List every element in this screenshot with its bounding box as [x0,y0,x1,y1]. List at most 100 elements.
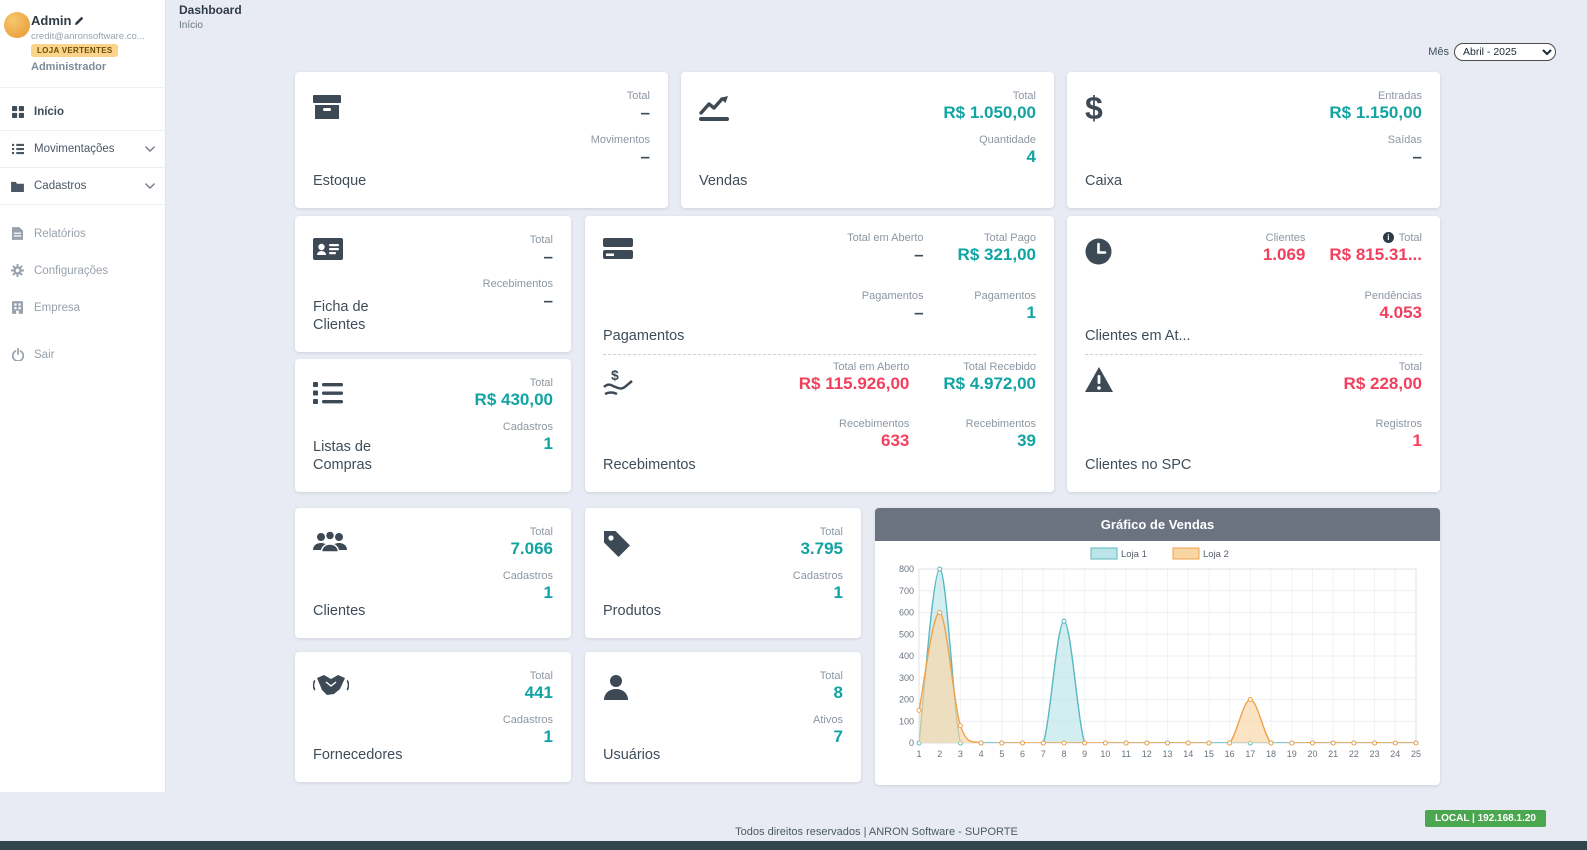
report-icon [10,227,25,240]
stat-label: Total [503,526,553,538]
users-icon [313,530,365,554]
stat-label: Total [591,90,650,102]
dollar-sign-icon: $ [1085,94,1122,123]
svg-text:500: 500 [899,629,914,639]
folder-icon [10,181,25,192]
stat-label: Total [793,526,843,538]
stat-label: Cadastros [503,570,553,582]
month-label: Mês [1428,46,1449,58]
sidebar-item-empresa[interactable]: Empresa [0,289,165,326]
stat-value: R$ 1.150,00 [1329,103,1422,123]
stat-label: Total [813,670,843,682]
stat-label: Recebimentos [483,278,553,290]
svg-text:0: 0 [909,738,914,748]
tag-icon [603,530,661,558]
user-role: Administrador [31,61,106,73]
stat-label: Recebimentos [799,418,910,430]
card-title: Clientes [313,603,365,620]
stat-value: 1 [1344,431,1422,451]
edit-pencil-icon[interactable] [75,13,84,28]
clientes-em-atraso-section: Clientes em At... Clientes1.069 i Total … [1085,232,1422,348]
card-clientes-atraso-spc: Clientes em At... Clientes1.069 i Total … [1067,216,1440,492]
stat-value: R$ 4.972,00 [943,374,1036,394]
stat-label: Quantidade [943,134,1036,146]
card-title: Clientes em At... [1085,328,1191,345]
user-name-text: Admin [31,13,71,28]
archive-box-icon [313,94,366,120]
card-title: Clientes no SPC [1085,457,1191,474]
sidebar-item-label: Movimentações [34,143,115,155]
copyright-text: Todos direitos reservados | ANRON Softwa… [166,826,1587,838]
card-listas-de-compras: Listas de Compras TotalR$ 430,00 Cadastr… [295,359,571,492]
month-select[interactable]: Abril - 2025 [1454,43,1556,61]
card-title: Pagamentos [603,328,684,345]
stat-label: Ativos [813,714,843,726]
stat-value: 3.795 [793,539,843,559]
svg-text:400: 400 [899,651,914,661]
svg-text:24: 24 [1390,749,1400,759]
stat-label: Pagamentos [958,290,1036,302]
stat-label: Clientes [1263,232,1306,244]
user-name: Admin [31,13,84,28]
card-caixa: $ Caixa EntradasR$ 1.150,00 Saídas– [1067,72,1440,208]
stat-value: 7 [813,727,843,747]
warning-triangle-icon [1085,367,1191,392]
sidebar-item-movimentacoes[interactable]: Movimentações [0,130,165,168]
stat-value: R$ 228,00 [1344,374,1422,394]
id-card-icon [313,238,385,260]
stat-label: Total [483,234,553,246]
stat-label: Total em Aberto [847,232,923,244]
sidebar-item-relatorios[interactable]: Relatórios [0,215,165,252]
svg-text:9: 9 [1082,749,1087,759]
list-icon [313,381,385,405]
divider [1085,354,1422,355]
stat-value: – [483,247,553,267]
svg-text:13: 13 [1162,749,1172,759]
stat-label: Recebimentos [943,418,1036,430]
svg-text:600: 600 [899,608,914,618]
avatar [4,12,30,38]
svg-text:3: 3 [958,749,963,759]
stat-value: – [1329,147,1422,167]
recebimentos-section: $ Recebimentos Total em AbertoR$ 115.926… [603,361,1036,477]
stat-value: R$ 430,00 [475,390,553,410]
month-filter: Mês Abril - 2025 [1428,43,1556,61]
stat-label: i Total [1329,232,1422,244]
sidebar-item-label: Empresa [34,302,80,314]
stat-value: 1 [475,434,553,454]
stat-label: Total Recebido [943,361,1036,373]
list-icon [10,143,25,155]
sidebar-item-inicio[interactable]: Início [0,94,165,130]
info-icon: i [1383,232,1394,243]
stat-label: Cadastros [503,714,553,726]
stat-value: 4 [943,147,1036,167]
card-title: Fornecedores [313,747,402,764]
sidebar-item-sair[interactable]: Sair [0,336,165,373]
svg-text:$: $ [611,367,619,383]
stat-value: 7.066 [503,539,553,559]
stat-value: 1 [793,583,843,603]
clock-icon [1085,238,1191,265]
stat-value: – [847,245,923,265]
store-badge: LOJA VERTENTES [31,44,118,57]
sidebar-user-panel: Admin credit@anronsoftware.co... LOJA VE… [0,0,165,88]
power-icon [10,348,25,361]
svg-text:1: 1 [916,749,921,759]
sidebar-item-cadastros[interactable]: Cadastros [0,168,165,205]
card-vendas: Vendas TotalR$ 1.050,00 Quantidade4 [681,72,1054,208]
card-usuarios: Usuários Total8 Ativos7 [585,652,861,782]
stat-value: R$ 815.31... [1329,245,1422,265]
card-title: Listas de Compras [313,439,385,474]
card-title: Ficha de Clientes [313,299,385,334]
stat-label: Total [475,377,553,389]
stat-value: 1.069 [1263,245,1306,265]
svg-text:Loja 2: Loja 2 [1203,549,1229,560]
svg-text:15: 15 [1204,749,1214,759]
stat-label: Total em Aberto [799,361,910,373]
stat-label: Movimentos [591,134,650,146]
stat-value: R$ 321,00 [958,245,1036,265]
stat-value: – [483,291,553,311]
card-title: Vendas [699,173,747,190]
sidebar-item-configuracoes[interactable]: Configurações [0,252,165,289]
grid-icon [10,106,25,118]
